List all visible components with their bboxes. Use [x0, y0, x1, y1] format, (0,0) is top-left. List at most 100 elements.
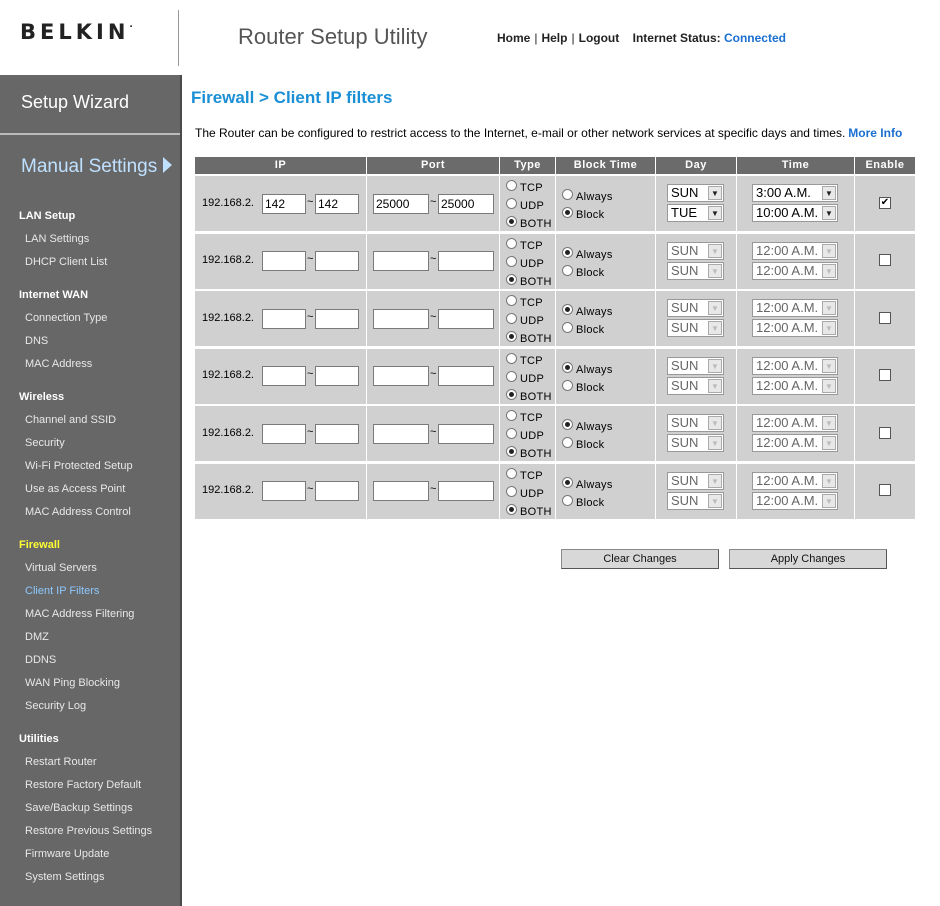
day-to-select[interactable]: SUN ▼	[667, 376, 724, 395]
day-from-select[interactable]: SUN ▼	[667, 184, 724, 202]
time-to-select[interactable]: 12:00 A.M. ▼	[752, 434, 838, 452]
type-udp-radio[interactable]	[506, 370, 517, 382]
sidebar-item-wi-fi-protected-setup[interactable]: Wi-Fi Protected Setup	[25, 460, 133, 472]
ip-start-input[interactable]	[262, 423, 306, 444]
port-start-input[interactable]	[373, 251, 429, 271]
enable-checkbox[interactable]: ✔	[879, 196, 891, 209]
type-tcp-radio[interactable]	[506, 237, 517, 249]
type-tcp-radio[interactable]	[506, 180, 517, 191]
sidebar-item-security[interactable]: Security	[25, 437, 65, 449]
clear-changes-button[interactable]: Clear Changes	[561, 549, 719, 569]
nav-help-link[interactable]: Help	[541, 31, 567, 45]
port-end-input[interactable]	[438, 481, 494, 501]
sidebar-item-restart-router[interactable]: Restart Router	[25, 756, 97, 768]
enable-checkbox[interactable]	[879, 484, 891, 496]
enable-checkbox[interactable]	[879, 311, 891, 324]
nav-logout-link[interactable]: Logout	[579, 31, 620, 45]
sidebar-item-connection-type[interactable]: Connection Type	[25, 312, 107, 324]
block-always-radio[interactable]	[562, 304, 573, 315]
port-start-input[interactable]	[373, 481, 429, 501]
type-tcp-radio[interactable]	[506, 467, 517, 479]
type-udp-radio[interactable]	[506, 198, 517, 209]
port-end-input[interactable]: 25000	[438, 193, 494, 214]
day-from-select[interactable]: SUN ▼	[667, 241, 724, 260]
time-to-select[interactable]: 12:00 A.M. ▼	[752, 491, 838, 510]
sidebar-item-virtual-servers[interactable]: Virtual Servers	[25, 562, 97, 574]
time-to-select[interactable]: 12:00 A.M. ▼	[752, 319, 838, 337]
day-to-select[interactable]: SUN ▼	[667, 434, 724, 452]
day-from-select[interactable]: SUN ▼	[667, 471, 724, 490]
manual-settings-link[interactable]: Manual Settings	[21, 156, 173, 178]
port-start-input[interactable]	[373, 366, 429, 386]
time-to-select[interactable]: 10:00 A.M. ▼	[752, 204, 838, 222]
port-end-input[interactable]	[438, 251, 494, 271]
port-end-input[interactable]	[438, 308, 494, 329]
ip-end-input[interactable]	[315, 308, 359, 329]
day-from-select[interactable]: SUN ▼	[667, 299, 724, 317]
type-tcp-radio[interactable]	[506, 410, 517, 421]
block-block-radio[interactable]	[562, 207, 573, 218]
block-always-radio[interactable]	[562, 189, 573, 200]
block-block-radio[interactable]	[562, 379, 573, 391]
sidebar-item-client-ip-filters[interactable]: Client IP Filters	[25, 585, 99, 597]
type-udp-radio[interactable]	[506, 313, 517, 324]
block-always-radio[interactable]	[562, 361, 573, 373]
sidebar-item-channel-and-ssid[interactable]: Channel and SSID	[25, 414, 116, 426]
sidebar-item-wan-ping-blocking[interactable]: WAN Ping Blocking	[25, 677, 120, 689]
block-always-radio[interactable]	[562, 419, 573, 430]
time-to-select[interactable]: 12:00 A.M. ▼	[752, 376, 838, 395]
ip-start-input[interactable]	[262, 251, 306, 271]
port-start-input[interactable]: 25000	[373, 193, 429, 214]
sidebar-item-use-as-access-point[interactable]: Use as Access Point	[25, 483, 125, 495]
time-from-select[interactable]: 12:00 A.M. ▼	[752, 241, 838, 260]
port-end-input[interactable]	[438, 423, 494, 444]
ip-end-input[interactable]	[315, 251, 359, 271]
ip-end-input[interactable]	[315, 481, 359, 501]
enable-checkbox[interactable]	[879, 254, 891, 266]
type-udp-radio[interactable]	[506, 428, 517, 439]
ip-start-input[interactable]	[262, 366, 306, 386]
sidebar-item-system-settings[interactable]: System Settings	[25, 871, 104, 883]
setup-wizard-link[interactable]: Setup Wizard	[21, 92, 129, 113]
sidebar-item-ddns[interactable]: DDNS	[25, 654, 56, 666]
ip-start-input[interactable]	[262, 481, 306, 501]
day-to-select[interactable]: SUN ▼	[667, 491, 724, 510]
block-always-radio[interactable]	[562, 246, 573, 258]
sidebar-item-security-log[interactable]: Security Log	[25, 700, 86, 712]
enable-checkbox[interactable]	[879, 369, 891, 381]
time-from-select[interactable]: 12:00 A.M. ▼	[752, 471, 838, 490]
ip-end-input[interactable]	[315, 366, 359, 386]
sidebar-item-restore-previous-settings[interactable]: Restore Previous Settings	[25, 825, 152, 837]
more-info-link[interactable]: More Info	[848, 126, 902, 140]
block-always-radio[interactable]	[562, 476, 573, 488]
day-to-select[interactable]: SUN ▼	[667, 261, 724, 280]
block-block-radio[interactable]	[562, 322, 573, 333]
sidebar-item-mac-address[interactable]: MAC Address	[25, 358, 92, 370]
time-from-select[interactable]: 12:00 A.M. ▼	[752, 414, 838, 432]
sidebar-item-dns[interactable]: DNS	[25, 335, 48, 347]
time-from-select[interactable]: 3:00 A.M. ▼	[752, 184, 838, 202]
ip-end-input[interactable]: 142	[315, 193, 359, 214]
type-both-radio[interactable]	[506, 446, 517, 457]
sidebar-item-dmz[interactable]: DMZ	[25, 631, 49, 643]
block-block-radio[interactable]	[562, 437, 573, 448]
type-udp-radio[interactable]	[506, 255, 517, 267]
type-both-radio[interactable]	[506, 503, 517, 515]
ip-start-input[interactable]: 142	[262, 193, 306, 214]
block-block-radio[interactable]	[562, 264, 573, 276]
port-start-input[interactable]	[373, 308, 429, 329]
enable-checkbox[interactable]	[879, 426, 891, 439]
type-tcp-radio[interactable]	[506, 352, 517, 364]
sidebar-item-mac-address-filtering[interactable]: MAC Address Filtering	[25, 608, 134, 620]
ip-end-input[interactable]	[315, 423, 359, 444]
apply-changes-button[interactable]: Apply Changes	[729, 549, 887, 569]
type-tcp-radio[interactable]	[506, 295, 517, 306]
day-from-select[interactable]: SUN ▼	[667, 356, 724, 375]
time-to-select[interactable]: 12:00 A.M. ▼	[752, 261, 838, 280]
type-both-radio[interactable]	[506, 216, 517, 227]
sidebar-item-dhcp-client-list[interactable]: DHCP Client List	[25, 256, 107, 268]
day-from-select[interactable]: SUN ▼	[667, 414, 724, 432]
nav-home-link[interactable]: Home	[497, 31, 530, 45]
block-block-radio[interactable]	[562, 494, 573, 506]
sidebar-item-restore-factory-default[interactable]: Restore Factory Default	[25, 779, 141, 791]
